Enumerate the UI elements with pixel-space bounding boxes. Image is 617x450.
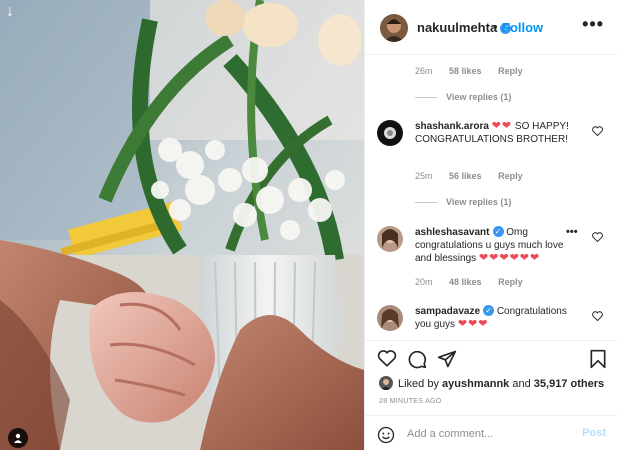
heart-emojis: ❤❤❤❤❤❤ (478, 252, 541, 264)
emoji-icon[interactable] (377, 426, 395, 449)
commenter-avatar[interactable] (377, 120, 403, 146)
comment-likes[interactable]: 58 likes (449, 66, 482, 76)
post-timestamp[interactable]: 28 MINUTES AGO (379, 398, 442, 405)
heart-icon[interactable] (592, 229, 603, 247)
heart-emojis: ❤❤ (491, 120, 513, 132)
likes-count[interactable]: 35,917 others (534, 378, 604, 390)
comment-time: 26m (415, 66, 433, 76)
commenter-avatar[interactable] (377, 305, 403, 331)
verified-badge-icon: ✓ (492, 226, 504, 237)
heart-icon[interactable] (377, 349, 397, 372)
post-photo[interactable]: ↓ (0, 0, 364, 450)
comment-text: sampadavaze ✓ Congratulations you guys ❤❤… (415, 305, 580, 331)
comment-text: shashank.arora ❤❤ SO HAPPY! CONGRATULATI… (415, 120, 580, 146)
action-bar (365, 340, 617, 373)
liked-by-prefix: Liked by (398, 378, 439, 390)
view-replies-button[interactable]: View replies (1) (415, 197, 511, 207)
post-image (0, 0, 364, 450)
replies-divider (415, 97, 437, 99)
reply-button[interactable]: Reply (498, 277, 523, 287)
comment-likes[interactable]: 48 likes (449, 277, 482, 287)
commenter-username[interactable]: ashleshasavant (415, 227, 490, 238)
comment-meta: 25m 56 likes Reply (415, 171, 537, 181)
commenter-username[interactable]: sampadavaze (415, 306, 480, 317)
comment-time: 25m (415, 171, 433, 181)
heart-emojis: ❤❤❤ (457, 318, 489, 330)
comment-time: 20m (415, 277, 433, 287)
post-comment-button[interactable]: Post (582, 427, 606, 439)
post-header: nakuulmehta ✓ • Follow ••• (365, 0, 617, 55)
comment-meta: 26m 58 likes Reply (415, 66, 537, 76)
comment-composer: Post (365, 415, 617, 450)
separator-dot: • (493, 19, 498, 34)
comment-text: ashleshasavant ✓ Omg congratulations u gu… (415, 226, 580, 265)
comment-options-icon[interactable]: ••• (566, 226, 578, 238)
heart-icon[interactable] (592, 308, 603, 326)
more-options-icon[interactable]: ••• (582, 14, 604, 35)
down-arrow-icon[interactable]: ↓ (6, 4, 14, 20)
commenter-username[interactable]: shashank.arora (415, 121, 489, 132)
comment-meta: 20m 48 likes Reply (415, 277, 537, 287)
verified-badge-icon: ✓ (483, 305, 495, 316)
likes-summary: Liked by ayushmannk and 35,917 others (379, 376, 604, 390)
reply-button[interactable]: Reply (498, 171, 523, 181)
author-username-text[interactable]: nakuulmehta (417, 20, 497, 35)
follow-button[interactable]: Follow (502, 20, 543, 35)
comment-likes[interactable]: 56 likes (449, 171, 482, 181)
comment-input[interactable] (407, 425, 567, 443)
reply-button[interactable]: Reply (498, 66, 523, 76)
comment-icon[interactable] (407, 349, 427, 374)
replies-divider (415, 202, 437, 204)
share-icon[interactable] (437, 349, 457, 374)
bookmark-icon[interactable] (589, 349, 607, 374)
author-avatar[interactable] (380, 14, 408, 42)
user-tag-icon[interactable] (8, 428, 28, 448)
commenter-avatar[interactable] (377, 226, 403, 252)
heart-icon[interactable] (592, 123, 603, 141)
liker-avatar[interactable] (379, 376, 393, 390)
view-replies-label[interactable]: View replies (1) (446, 197, 511, 207)
liked-by-connector: and (512, 378, 531, 390)
liker-username[interactable]: ayushmannk (442, 378, 509, 390)
post-side-panel: nakuulmehta ✓ • Follow ••• 26m 58 likes R… (364, 0, 617, 450)
view-replies-label[interactable]: View replies (1) (446, 92, 511, 102)
view-replies-button[interactable]: View replies (1) (415, 92, 511, 102)
